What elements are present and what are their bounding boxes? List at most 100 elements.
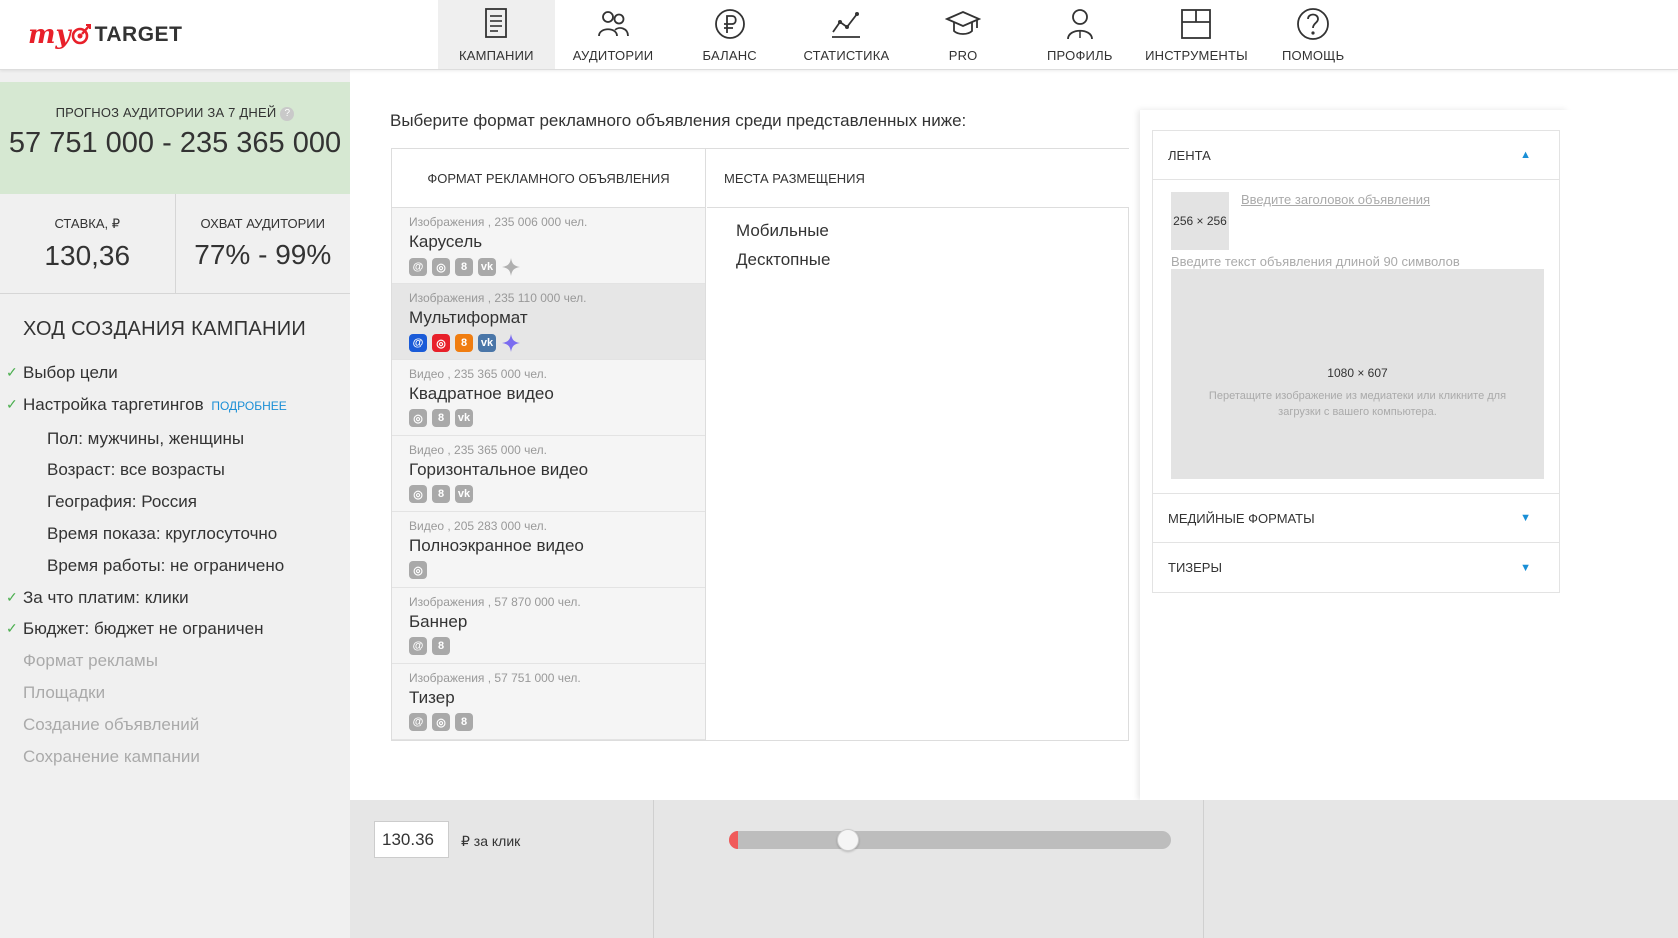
nav-label: КАМПАНИИ bbox=[458, 48, 534, 63]
chevron-up-icon: ▲ bbox=[1520, 149, 1531, 161]
format-name: Квадратное видео bbox=[409, 384, 554, 403]
bid-input[interactable] bbox=[374, 821, 449, 858]
vk-icon: vk bbox=[478, 334, 496, 352]
bid-stat: СТАВКА, ₽ 130,36 bbox=[0, 194, 175, 293]
help-icon bbox=[1297, 8, 1330, 40]
slider-low-mark bbox=[729, 831, 738, 849]
image-dropzone[interactable]: 1080 × 607 Перетащите изображение из мед… bbox=[1171, 269, 1544, 479]
format-meta: Изображения , 57 870 000 чел. bbox=[409, 595, 581, 609]
profile-icon bbox=[1066, 9, 1093, 40]
reach-stat: ОХВАТ АУДИТОРИИ 77% - 99% bbox=[174, 194, 351, 293]
tools-icon bbox=[1181, 9, 1212, 39]
format-item[interactable]: Изображения , 57 870 000 чел. Баннер @8 bbox=[392, 588, 705, 664]
step-item: География: Россия bbox=[0, 486, 350, 518]
format-name: Полноэкранное видео bbox=[409, 536, 584, 555]
section-media-formats[interactable]: МЕДИЙНЫЕ ФОРМАТЫ ▼ bbox=[1153, 494, 1559, 543]
mytarget-logo[interactable]: my TARGET bbox=[28, 12, 182, 58]
mail-ru-icon: @ bbox=[409, 713, 427, 731]
bid-unit: ₽ за клик bbox=[461, 833, 521, 849]
thumbnail-placeholder[interactable]: 256 × 256 bbox=[1171, 192, 1229, 250]
format-meta: Видео , 205 283 000 чел. bbox=[409, 519, 547, 533]
mytarget-icon: ◎ bbox=[432, 258, 450, 276]
format-list: Изображения , 235 006 000 чел. Карусель @ ◎… bbox=[392, 208, 705, 740]
placement-item[interactable]: Мобильные bbox=[707, 221, 1129, 241]
campaign-sidebar: ПРОГНОЗ АУДИТОРИИ ЗА 7 ДНЕЙ? 57 751 000 … bbox=[0, 82, 350, 938]
nav-label: АУДИТОРИИ bbox=[572, 48, 654, 63]
step-text: Формат рекламы bbox=[23, 651, 158, 671]
platform-icons: @ ◎ 8 vk bbox=[409, 257, 705, 277]
nav-campaigns[interactable]: КАМПАНИИ bbox=[438, 0, 555, 69]
step-text: Время показа: круглосуточно bbox=[47, 523, 278, 543]
platform-icons: ◎ 8 vk bbox=[409, 409, 705, 427]
top-navigation-bar: my TARGET КАМПАНИИ АУДИТОРИИ БАЛАНС СТАТ… bbox=[0, 0, 1678, 70]
odnoklassniki-icon: 8 bbox=[432, 485, 450, 503]
step-text: Время работы: не ограничено bbox=[47, 555, 285, 575]
step-item: Время показа: круглосуточно bbox=[0, 518, 350, 550]
mytarget-icon: ◎ bbox=[409, 561, 427, 579]
mytarget-icon: ◎ bbox=[432, 713, 450, 731]
step-text: География: Россия bbox=[47, 492, 197, 512]
section-teasers[interactable]: ТИЗЕРЫ ▼ bbox=[1153, 543, 1559, 592]
reach-caption: ОХВАТ АУДИТОРИИ bbox=[200, 216, 325, 231]
format-intro: Выберите формат рекламного объявления ср… bbox=[390, 111, 967, 130]
image-hint: Перетащите изображение из медиатеки или … bbox=[1208, 390, 1507, 418]
ad-text-placeholder[interactable]: Введите текст объявления длиной 90 симво… bbox=[1171, 254, 1460, 269]
statistics-icon bbox=[832, 12, 861, 38]
mytarget-icon: ◎ bbox=[409, 409, 427, 427]
odnoklassniki-icon: 8 bbox=[455, 713, 473, 731]
nav-balance[interactable]: БАЛАНС bbox=[671, 0, 788, 69]
step-text: Настройка таргетингов bbox=[23, 394, 204, 414]
audiences-icon bbox=[598, 11, 629, 37]
step-item: ✓ Бюджет: бюджет не ограничен bbox=[0, 613, 350, 645]
step-item: ✓ Выбор цели bbox=[0, 357, 350, 389]
forecast-caption: ПРОГНОЗ АУДИТОРИИ ЗА 7 ДНЕЙ? bbox=[0, 105, 350, 121]
mail-ru-icon: @ bbox=[409, 334, 427, 352]
placement-column-header: МЕСТА РАЗМЕЩЕНИЯ bbox=[707, 149, 1129, 208]
nav-tools[interactable]: ИНСТРУМЕНТЫ bbox=[1138, 0, 1255, 69]
placement-item[interactable]: Десктопные bbox=[707, 250, 1129, 270]
step-text: Создание объявлений bbox=[23, 714, 200, 734]
ad-title-placeholder[interactable]: Введите заголовок объявления bbox=[1241, 192, 1430, 207]
placement-list: Мобильные Десктопные bbox=[707, 221, 1129, 270]
format-item[interactable]: Видео , 235 365 000 чел. Квадратное видео… bbox=[392, 360, 705, 436]
bid-slider[interactable] bbox=[729, 829, 1171, 851]
feed-preview: 256 × 256 Введите заголовок объявления В… bbox=[1153, 180, 1559, 494]
vk-icon: vk bbox=[455, 485, 473, 503]
right-edge bbox=[1568, 110, 1678, 800]
slider-handle[interactable] bbox=[837, 829, 859, 851]
format-item[interactable]: Видео , 235 365 000 чел. Горизонтальное в… bbox=[392, 436, 705, 512]
nav-label: БАЛАНС bbox=[702, 48, 757, 63]
format-item[interactable]: Видео , 205 283 000 чел. Полноэкранное ви… bbox=[392, 512, 705, 588]
check-icon: ✓ bbox=[6, 364, 18, 380]
section-feed[interactable]: ЛЕНТА ▲ bbox=[1153, 131, 1559, 180]
logo-target-icon bbox=[71, 24, 91, 45]
step-item: Время работы: не ограничено bbox=[0, 550, 350, 582]
step-item[interactable]: ✓ Настройка таргетингов ПОДРОБНЕЕ bbox=[0, 389, 350, 423]
format-item[interactable]: Изображения , 57 751 000 чел. Тизер @ ◎ 8 bbox=[392, 664, 705, 740]
sparkle-icon bbox=[502, 258, 520, 276]
format-item[interactable]: Изображения , 235 006 000 чел. Карусель @ ◎… bbox=[392, 208, 705, 284]
help-icon[interactable]: ? bbox=[280, 107, 295, 121]
odnoklassniki-icon: 8 bbox=[455, 258, 473, 276]
format-meta: Видео , 235 365 000 чел. bbox=[409, 443, 547, 457]
platform-icons: ◎ 8 vk bbox=[409, 485, 705, 503]
nav-audiences[interactable]: АУДИТОРИИ bbox=[555, 0, 672, 69]
vk-icon: vk bbox=[455, 409, 473, 427]
steps-list: ✓ Выбор цели ✓ Настройка таргетингов ПОДРОБ… bbox=[0, 357, 350, 772]
campaigns-icon bbox=[485, 8, 508, 38]
step-text: Пол: мужчины, женщины bbox=[47, 428, 245, 448]
step-item: Возраст: все возрасты bbox=[0, 454, 350, 486]
nav-pro[interactable]: PRO bbox=[905, 0, 1022, 69]
mytarget-icon: ◎ bbox=[409, 485, 427, 503]
nav-label: ИНСТРУМЕНТЫ bbox=[1145, 48, 1248, 63]
graduation-cap-icon bbox=[945, 11, 982, 35]
nav-statistics[interactable]: СТАТИСТИКА bbox=[788, 0, 905, 69]
more-link[interactable]: ПОДРОБНЕЕ bbox=[211, 399, 286, 413]
nav-profile[interactable]: ПРОФИЛЬ bbox=[1021, 0, 1138, 69]
logo-my-text: my bbox=[28, 20, 71, 50]
step-item: Формат рекламы bbox=[0, 645, 350, 677]
format-item[interactable]: Изображения , 235 110 000 чел. Мультиформ… bbox=[392, 284, 705, 360]
step-text: Бюджет: бюджет не ограничен bbox=[23, 619, 264, 639]
nav-help[interactable]: ПОМОЩЬ bbox=[1255, 0, 1372, 69]
forecast-value: 57 751 000 - 235 365 000 bbox=[8, 127, 342, 159]
